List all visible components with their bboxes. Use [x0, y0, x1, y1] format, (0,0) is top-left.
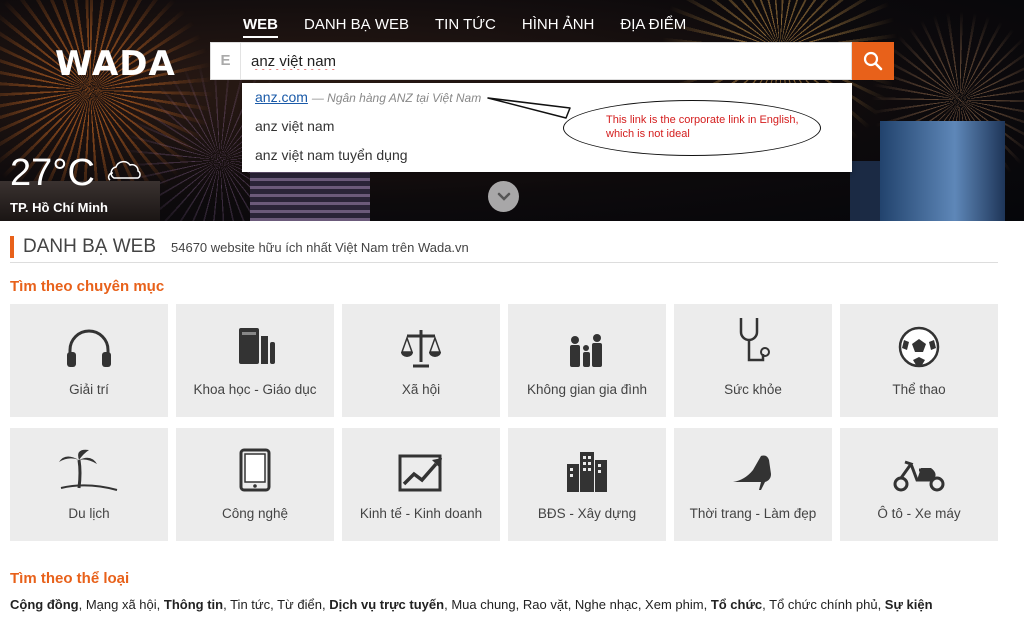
headphones-icon: [67, 329, 111, 367]
category-tile[interactable]: Giải trí: [10, 304, 168, 417]
category-tile[interactable]: Thể thao: [840, 304, 998, 417]
category-tile[interactable]: Không gian gia đình: [508, 304, 666, 417]
category-label: Giải trí: [69, 382, 109, 397]
genre-link[interactable]: Rao vặt: [523, 597, 568, 612]
tablet-icon: [239, 448, 271, 492]
category-label: Công nghệ: [221, 506, 289, 521]
category-label: Thể thao: [892, 382, 946, 397]
scales-icon: [400, 330, 442, 368]
category-grid-row-1: Giải trí Khoa học - Giáo dục Xã hội Khôn…: [10, 304, 998, 417]
genre-link[interactable]: Cộng đồng: [10, 597, 79, 612]
genre-link[interactable]: Xem phim: [645, 597, 704, 612]
stethoscope-icon: [739, 318, 770, 362]
category-tile[interactable]: Kinh tế - Kinh doanh: [342, 428, 500, 541]
category-label: Ô tô - Xe máy: [877, 506, 961, 521]
nav-images[interactable]: HÌNH ẢNH: [522, 16, 595, 38]
suggestion-link[interactable]: anz.com: [255, 89, 308, 105]
genre-link[interactable]: Thông tin: [164, 597, 223, 612]
category-tile[interactable]: Sức khỏe: [674, 304, 832, 417]
genres-heading: Tìm theo thể loại: [10, 570, 130, 587]
category-label: Kinh tế - Kinh doanh: [359, 506, 483, 521]
nav-places[interactable]: ĐỊA ĐIỂM: [620, 16, 686, 38]
genre-link[interactable]: Tin tức: [230, 597, 270, 612]
nav-web[interactable]: WEB: [243, 16, 278, 38]
category-label: Xã hội: [401, 382, 441, 397]
genre-link[interactable]: Mạng xã hội: [86, 597, 157, 612]
search-icon: [863, 51, 883, 71]
annotation-callout: This link is the corporate link in Engli…: [563, 100, 821, 156]
category-label: Thời trang - Làm đẹp: [689, 506, 817, 521]
category-tile[interactable]: Công nghệ: [176, 428, 334, 541]
chart-icon: [398, 454, 442, 492]
cloud-icon: [106, 160, 144, 187]
genre-link[interactable]: Từ điển: [277, 597, 322, 612]
genre-list: Cộng đồng, Mạng xã hội, Thông tin, Tin t…: [10, 597, 933, 612]
genre-link[interactable]: Tổ chức chính phủ: [769, 597, 877, 612]
section-title: DANH BẠ WEB: [23, 236, 157, 257]
suggestion-description: — Ngân hàng ANZ tại Việt Nam: [311, 91, 482, 105]
search-input[interactable]: [241, 43, 841, 79]
category-label: BĐS - Xây dựng: [537, 506, 637, 521]
soccer-ball-icon: [898, 326, 940, 368]
weather-temperature: 27°C: [10, 152, 95, 194]
genre-link[interactable]: Sự kiện: [885, 597, 933, 612]
genre-link[interactable]: Dịch vụ trực tuyến: [329, 597, 444, 612]
building-decoration: [880, 121, 1005, 221]
genre-link[interactable]: Tổ chức: [711, 597, 762, 612]
categories-heading: Tìm theo chuyên mục: [10, 278, 165, 295]
category-tile[interactable]: Khoa học - Giáo dục: [176, 304, 334, 417]
category-label: Khoa học - Giáo dục: [193, 382, 317, 397]
callout-pointer: [487, 97, 571, 119]
category-tile[interactable]: Du lịch: [10, 428, 168, 541]
search-button[interactable]: [852, 42, 894, 80]
palm-tree-icon: [59, 449, 118, 491]
category-tile[interactable]: Thời trang - Làm đẹp: [674, 428, 832, 541]
genre-link[interactable]: Nghe nhạc: [575, 597, 638, 612]
category-label: Sức khỏe: [724, 382, 782, 397]
section-accent-bar: [10, 236, 14, 258]
category-grid-row-2: Du lịch Công nghệ Kinh tế - Kinh doanh B…: [10, 428, 998, 541]
weather-city: TP. Hồ Chí Minh: [10, 200, 108, 215]
high-heel-icon: [733, 455, 771, 490]
books-icon: [239, 328, 275, 364]
scroll-down-button[interactable]: [488, 181, 519, 212]
top-nav: WEB DANH BẠ WEB TIN TỨC HÌNH ẢNH ĐỊA ĐIỂ…: [243, 16, 686, 38]
family-icon: [570, 334, 602, 367]
site-logo[interactable]: WADA: [55, 44, 176, 84]
directory-header: DANH BẠ WEB 54670 website hữu ích nhất V…: [10, 236, 998, 263]
nav-news[interactable]: TIN TỨC: [435, 16, 496, 38]
category-tile[interactable]: Xã hội: [342, 304, 500, 417]
category-label: Không gian gia đình: [526, 382, 648, 397]
buildings-icon: [567, 452, 607, 492]
scooter-icon: [893, 460, 945, 492]
genre-link[interactable]: Mua chung: [451, 597, 515, 612]
chevron-down-icon: [497, 192, 510, 201]
search-prefix: E: [211, 43, 241, 79]
category-label: Du lịch: [68, 506, 110, 521]
category-tile[interactable]: BĐS - Xây dựng: [508, 428, 666, 541]
nav-directory[interactable]: DANH BẠ WEB: [304, 16, 409, 38]
search-box: E: [210, 42, 852, 80]
section-subtitle: 54670 website hữu ích nhất Việt Nam trên…: [171, 240, 469, 255]
category-tile[interactable]: Ô tô - Xe máy: [840, 428, 998, 541]
